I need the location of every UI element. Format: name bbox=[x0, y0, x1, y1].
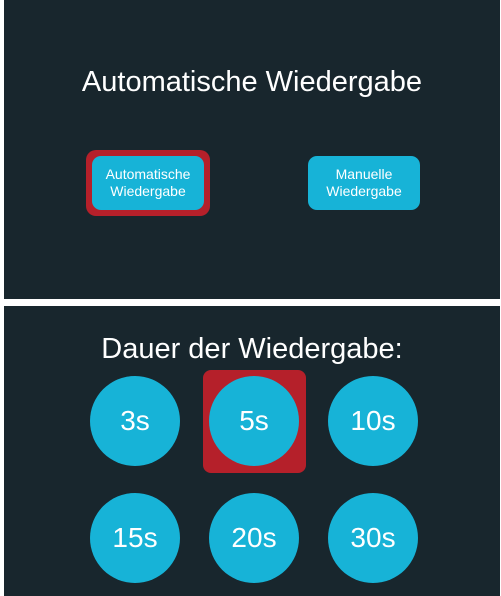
duration-15s-button[interactable]: 15s bbox=[90, 493, 180, 583]
panel-title: Dauer der Wiedergabe: bbox=[101, 333, 403, 365]
duration-5s-button[interactable]: 5s bbox=[209, 376, 299, 466]
playback-mode-panel: Automatische Wiedergabe Automatische Wie… bbox=[4, 0, 500, 299]
manual-playback-button[interactable]: Manuelle Wiedergabe bbox=[308, 156, 420, 210]
playback-duration-panel: Dauer der Wiedergabe: 3s 5s 10s 15s 20s … bbox=[4, 306, 500, 596]
automatic-playback-button[interactable]: Automatische Wiedergabe bbox=[92, 156, 204, 210]
panel-title: Automatische Wiedergabe bbox=[81, 66, 423, 98]
duration-3s-button[interactable]: 3s bbox=[90, 376, 180, 466]
duration-30s-button[interactable]: 30s bbox=[328, 493, 418, 583]
duration-10s-button[interactable]: 10s bbox=[328, 376, 418, 466]
duration-20s-button[interactable]: 20s bbox=[209, 493, 299, 583]
